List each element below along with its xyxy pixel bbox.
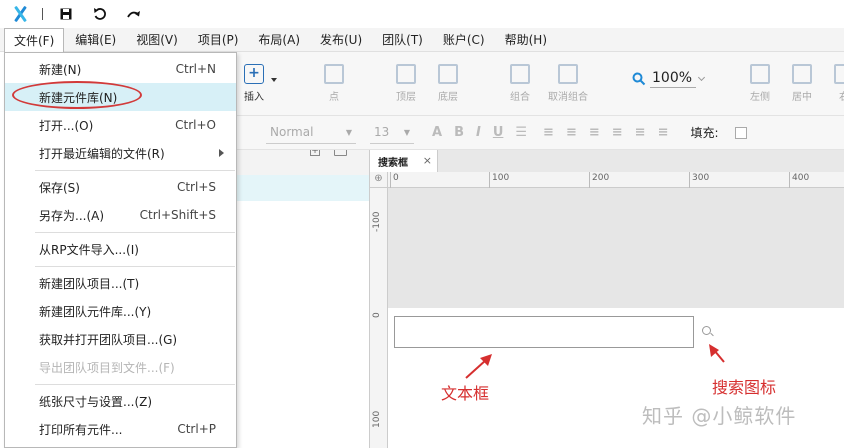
- menu-separator: [35, 170, 235, 171]
- menu-new-team[interactable]: 新建团队项目...(T): [5, 269, 236, 297]
- menu-separator: [35, 266, 235, 267]
- menu-recent-label: 打开最近编辑的文件(R): [39, 146, 165, 161]
- menu-import-rp[interactable]: 从RP文件导入...(I): [5, 235, 236, 263]
- menu-print[interactable]: 打印所有元件... Ctrl+P: [5, 415, 236, 443]
- menu-new-shortcut: Ctrl+N: [175, 62, 216, 76]
- menu-paper-settings-label: 纸张尺寸与设置...(Z): [39, 394, 153, 409]
- menu-import-rp-label: 从RP文件导入...(I): [39, 242, 139, 257]
- menu-paper-settings[interactable]: 纸张尺寸与设置...(Z): [5, 387, 236, 415]
- menu-new-label: 新建(N): [39, 62, 82, 77]
- menu-save-shortcut: Ctrl+S: [176, 180, 216, 194]
- annotation-search-icon: 搜索图标: [712, 378, 777, 397]
- watermark: 知乎 @小鲸软件: [642, 404, 797, 428]
- menu-export-team-label: 导出团队项目到文件...(F): [39, 360, 175, 375]
- menu-separator: [35, 384, 235, 385]
- annotation-textbox: 文本框: [441, 384, 490, 403]
- menu-save-as[interactable]: 另存为...(A) Ctrl+Shift+S: [5, 201, 236, 229]
- menu-open[interactable]: 打开...(O) Ctrl+O: [5, 111, 236, 139]
- menu-open-shortcut: Ctrl+O: [175, 118, 216, 132]
- highlight-circle: [12, 81, 142, 109]
- menu-recent[interactable]: 打开最近编辑的文件(R): [5, 139, 236, 167]
- file-menu-dropdown: 新建(N) Ctrl+N 新建元件库(N) 打开...(O) Ctrl+O 打开…: [4, 52, 237, 448]
- menu-get-team[interactable]: 获取并打开团队项目...(G): [5, 325, 236, 353]
- menu-get-team-label: 获取并打开团队项目...(G): [39, 332, 178, 347]
- menu-save-label: 保存(S): [39, 180, 80, 195]
- menu-new-team-library[interactable]: 新建团队元件库...(Y): [5, 297, 236, 325]
- menu-print-label: 打印所有元件...: [39, 422, 123, 437]
- submenu-arrow-icon: [219, 149, 224, 157]
- menu-save-as-shortcut: Ctrl+Shift+S: [139, 208, 216, 222]
- menu-new-team-library-label: 新建团队元件库...(Y): [39, 304, 152, 319]
- menu-save[interactable]: 保存(S) Ctrl+S: [5, 173, 236, 201]
- menu-separator: [35, 232, 235, 233]
- menu-open-label: 打开...(O): [39, 118, 94, 133]
- menu-export-team: 导出团队项目到文件...(F): [5, 353, 236, 381]
- menu-new[interactable]: 新建(N) Ctrl+N: [5, 55, 236, 83]
- menu-print-shortcut: Ctrl+P: [177, 422, 216, 436]
- menu-new-team-label: 新建团队项目...(T): [39, 276, 140, 291]
- arrow-textbox-line: [465, 359, 487, 379]
- menu-save-as-label: 另存为...(A): [39, 208, 105, 223]
